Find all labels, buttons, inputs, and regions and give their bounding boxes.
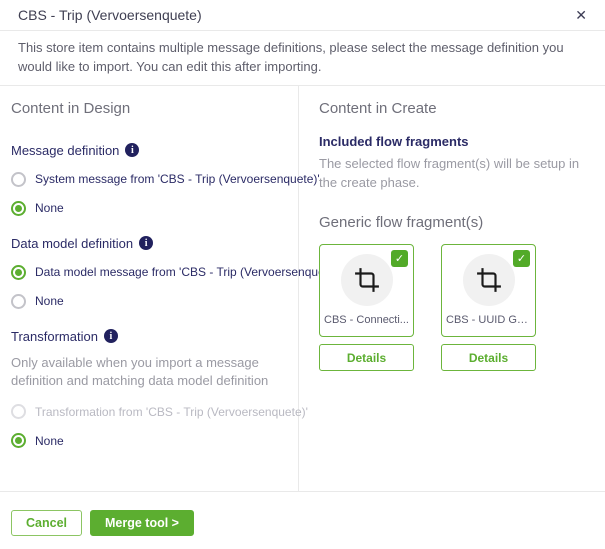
radio-selected-icon[interactable] xyxy=(11,433,26,449)
content-in-design-column: Content in Design Message definition i S… xyxy=(0,85,341,491)
included-flow-fragments-title: Included flow fragments xyxy=(319,133,469,149)
flow-fragment-card[interactable]: ✓ CBS - Connecti... xyxy=(319,244,414,338)
create-column-heading: Content in Create xyxy=(319,99,437,117)
radio-unselected-icon[interactable] xyxy=(11,293,26,309)
radio-disabled-icon xyxy=(11,404,26,420)
transformation-note: Only available when you import a message… xyxy=(11,354,269,388)
message-definition-label: Message definition xyxy=(11,142,120,158)
cancel-button[interactable]: Cancel xyxy=(11,509,82,536)
flow-fragment-cards: ✓ CBS - Connecti... Details ✓ CBS - UUID… xyxy=(319,244,591,372)
design-column-heading: Content in Design xyxy=(11,99,131,117)
fragment-label: CBS - UUID Ge... xyxy=(446,314,531,327)
fragment-card-stack: ✓ CBS - UUID Ge... Details xyxy=(441,244,536,372)
details-button[interactable]: Details xyxy=(441,344,536,372)
checkmark-icon[interactable]: ✓ xyxy=(513,250,530,268)
dialog-title: CBS - Trip (Vervoersenquete) xyxy=(18,7,202,23)
radio-unselected-icon[interactable] xyxy=(11,171,26,187)
crop-icon xyxy=(476,268,501,293)
radio-selected-icon[interactable] xyxy=(11,264,26,280)
data-model-definition-section-label: Data model definition i xyxy=(11,236,290,251)
message-definition-section-label: Message definition i xyxy=(11,143,290,158)
included-flow-fragments-note: The selected flow fragment(s) will be se… xyxy=(319,155,580,190)
info-icon[interactable]: i xyxy=(139,236,154,251)
radio-selected-icon[interactable] xyxy=(11,200,26,216)
dialog-intro-text: This store item contains multiple messag… xyxy=(0,31,605,86)
content-in-create-column: Content in Create Included flow fragment… xyxy=(299,86,605,491)
radio-message-definition-none[interactable]: None xyxy=(11,200,290,216)
data-model-definition-label: Data model definition xyxy=(11,235,134,251)
dialog-body: Content in Design Message definition i S… xyxy=(0,85,605,491)
dialog-header: CBS - Trip (Vervoersenquete) ✕ xyxy=(0,0,605,31)
crop-icon xyxy=(354,268,379,293)
info-icon[interactable]: i xyxy=(125,143,140,158)
close-icon[interactable]: ✕ xyxy=(571,6,591,24)
dialog-footer: Cancel Merge tool > xyxy=(0,491,605,549)
radio-transformation: Transformation from 'CBS - Trip (Vervoer… xyxy=(11,404,308,420)
fragment-avatar xyxy=(340,254,393,307)
merge-tool-button[interactable]: Merge tool > xyxy=(90,509,194,536)
radio-system-message[interactable]: System message from 'CBS - Trip (Vervoer… xyxy=(11,171,320,187)
info-icon[interactable]: i xyxy=(103,329,118,344)
import-store-item-dialog: CBS - Trip (Vervoersenquete) ✕ This stor… xyxy=(0,0,605,549)
radio-transformation-none[interactable]: None xyxy=(11,433,290,449)
radio-data-model-none[interactable]: None xyxy=(11,293,290,309)
fragment-avatar xyxy=(462,254,515,307)
flow-fragment-card[interactable]: ✓ CBS - UUID Ge... xyxy=(441,244,536,338)
details-button[interactable]: Details xyxy=(319,344,414,372)
generic-flow-fragments-heading: Generic flow fragment(s) xyxy=(319,214,484,232)
checkmark-icon[interactable]: ✓ xyxy=(391,250,408,268)
transformation-label: Transformation xyxy=(11,328,98,344)
fragment-label: CBS - Connecti... xyxy=(324,314,409,327)
fragment-card-stack: ✓ CBS - Connecti... Details xyxy=(319,244,414,372)
radio-data-model-message[interactable]: Data model message from 'CBS - Trip (Ver… xyxy=(11,264,341,280)
transformation-section-label: Transformation i xyxy=(11,329,290,344)
